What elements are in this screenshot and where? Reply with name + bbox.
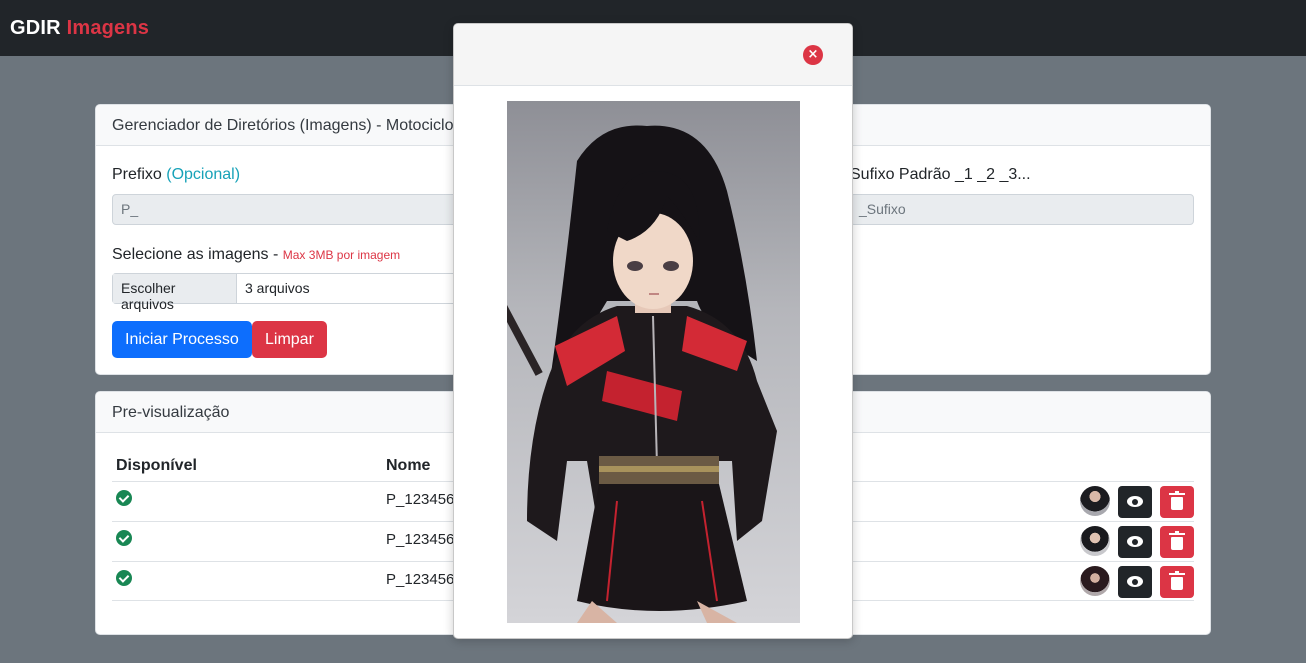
brand-logo[interactable]: GDIR Imagens [10, 17, 149, 40]
eye-icon [1127, 536, 1143, 547]
column-header-available: Disponível [116, 457, 197, 474]
modal-header: × [454, 24, 852, 86]
file-count: 3 arquivos [245, 280, 310, 296]
prefix-input[interactable]: P_ [112, 194, 472, 225]
brand-main: GDIR [10, 17, 61, 39]
trash-icon [1169, 531, 1185, 550]
preview-image [507, 101, 800, 623]
choose-files-button[interactable]: Escolher arquivos [113, 274, 237, 312]
view-button[interactable] [1118, 566, 1152, 598]
images-max-text: Max 3MB por imagem [282, 248, 401, 262]
suffix-input[interactable]: _Sufixo [850, 194, 1194, 225]
delete-button[interactable] [1160, 526, 1194, 558]
image-thumbnail [1080, 526, 1110, 556]
prefix-optional-text: (Opcional) [166, 166, 241, 183]
view-button[interactable] [1118, 526, 1152, 558]
clear-button[interactable]: Limpar [252, 321, 327, 358]
file-input[interactable]: Escolher arquivos 3 arquivos [112, 273, 472, 312]
anime-girl-illustration [507, 125, 777, 623]
column-header-name: Nome [386, 457, 431, 474]
check-circle-icon [116, 530, 132, 546]
images-label-text: Selecione as imagens - [112, 246, 279, 263]
check-circle-icon [116, 490, 132, 506]
image-thumbnail [1080, 486, 1110, 516]
row-name: P_123456 [386, 571, 455, 588]
row-name: P_123456 [386, 491, 455, 508]
image-thumbnail [1080, 566, 1110, 596]
suffix-label: Sufixo Padrão _1 _2 _3... [850, 166, 1031, 183]
images-label: Selecione as imagens - Max 3MB por image… [112, 246, 400, 264]
prefix-label-text: Prefixo [112, 166, 162, 183]
trash-icon [1169, 571, 1185, 590]
row-name: P_123456 [386, 531, 455, 548]
close-icon[interactable]: × [803, 45, 823, 65]
brand-accent: Imagens [66, 17, 150, 39]
delete-button[interactable] [1160, 486, 1194, 518]
prefix-label: Prefixo (Opcional) [112, 166, 240, 184]
delete-button[interactable] [1160, 566, 1194, 598]
view-button[interactable] [1118, 486, 1152, 518]
start-process-button[interactable]: Iniciar Processo [112, 321, 252, 358]
image-preview-modal: × [453, 23, 853, 639]
check-circle-icon [116, 570, 132, 586]
eye-icon [1127, 576, 1143, 587]
eye-icon [1127, 496, 1143, 507]
trash-icon [1169, 491, 1185, 510]
